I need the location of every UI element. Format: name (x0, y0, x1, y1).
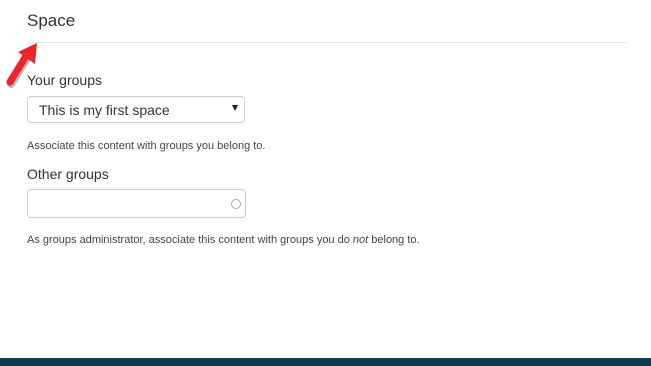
throbber-icon (231, 199, 241, 209)
help-text-before: As groups administrator, associate this … (27, 234, 353, 246)
other-groups-help-text: As groups administrator, associate this … (27, 234, 420, 246)
group-audience-form: Space Your groups This is my first space… (0, 0, 651, 366)
help-text-after: belong to. (368, 234, 420, 246)
help-text-emphasis: not (352, 234, 369, 246)
your-groups-select[interactable]: This is my first space (27, 96, 245, 123)
your-groups-help-text: Associate this content with groups you b… (27, 140, 266, 152)
your-groups-label: Your groups (27, 72, 102, 88)
footer-bar (0, 358, 651, 366)
section-divider (27, 42, 627, 43)
other-groups-field[interactable] (27, 189, 246, 218)
caret-down-icon (232, 105, 238, 111)
other-groups-input[interactable] (28, 190, 218, 217)
your-groups-selected-value: This is my first space (39, 102, 170, 118)
other-groups-label: Other groups (27, 166, 109, 182)
section-title: Space (27, 11, 76, 30)
